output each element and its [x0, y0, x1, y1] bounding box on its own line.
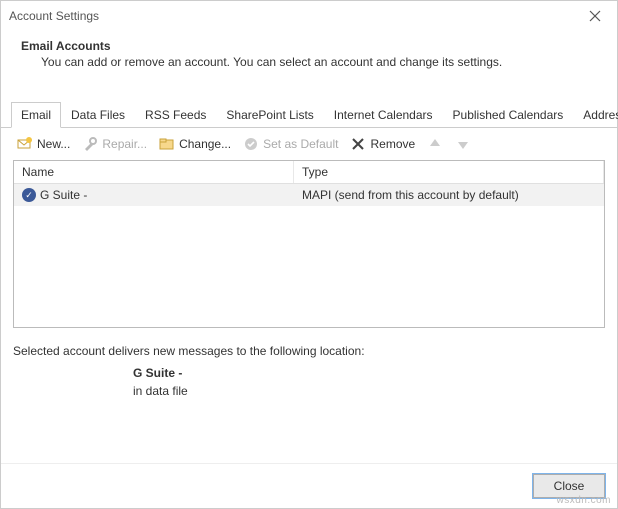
remove-label: Remove: [370, 137, 415, 151]
header-subheading: You can add or remove an account. You ca…: [21, 55, 597, 69]
account-settings-window: Account Settings Email Accounts You can …: [0, 0, 618, 509]
default-account-badge-icon: ✓: [22, 188, 36, 202]
change-button[interactable]: Change...: [155, 134, 235, 154]
footer: Close: [1, 463, 617, 508]
tab-sharepoint-lists[interactable]: SharePoint Lists: [216, 102, 323, 128]
toolbar: New... Repair... Change...: [1, 128, 617, 160]
arrow-down-icon: [455, 136, 471, 152]
row-type-cell: MAPI (send from this account by default): [294, 186, 604, 204]
delivery-intro: Selected account delivers new messages t…: [13, 344, 605, 358]
header: Email Accounts You can add or remove an …: [1, 31, 617, 81]
remove-x-icon: [350, 136, 366, 152]
repair-icon: [82, 136, 98, 152]
tab-published-calendars[interactable]: Published Calendars: [443, 102, 574, 128]
tab-address-books[interactable]: Address Books: [573, 102, 618, 128]
watermark: wsxdn.com: [556, 495, 611, 506]
new-label: New...: [37, 137, 70, 151]
tab-email[interactable]: Email: [11, 102, 61, 128]
row-name-text: G Suite -: [40, 188, 87, 202]
close-icon: [589, 10, 601, 22]
tab-internet-calendars[interactable]: Internet Calendars: [324, 102, 443, 128]
remove-button[interactable]: Remove: [346, 134, 419, 154]
column-type[interactable]: Type: [294, 161, 604, 183]
column-name[interactable]: Name: [14, 161, 294, 183]
row-name-cell: ✓ G Suite -: [14, 186, 294, 204]
delivery-location: in data file: [133, 382, 605, 400]
new-button[interactable]: New...: [13, 134, 74, 154]
move-down-button[interactable]: [451, 134, 475, 154]
table-row[interactable]: ✓ G Suite - MAPI (send from this account…: [14, 184, 604, 206]
change-label: Change...: [179, 137, 231, 151]
delivery-account: G Suite -: [133, 364, 605, 382]
move-up-button[interactable]: [423, 134, 447, 154]
set-default-label: Set as Default: [263, 137, 338, 151]
titlebar: Account Settings: [1, 1, 617, 31]
new-mail-icon: [17, 136, 33, 152]
list-header: Name Type: [14, 161, 604, 184]
header-heading: Email Accounts: [21, 39, 597, 53]
repair-button[interactable]: Repair...: [78, 134, 151, 154]
set-default-button[interactable]: Set as Default: [239, 134, 342, 154]
tab-data-files[interactable]: Data Files: [61, 102, 135, 128]
tab-rss-feeds[interactable]: RSS Feeds: [135, 102, 216, 128]
window-title: Account Settings: [9, 9, 581, 23]
change-folder-icon: [159, 136, 175, 152]
window-close-button[interactable]: [581, 6, 609, 26]
tabstrip: Email Data Files RSS Feeds SharePoint Li…: [1, 101, 617, 128]
delivery-info: Selected account delivers new messages t…: [1, 328, 617, 400]
account-list: Name Type ✓ G Suite - MAPI (send from th…: [13, 160, 605, 328]
check-circle-icon: [243, 136, 259, 152]
repair-label: Repair...: [102, 137, 147, 151]
arrow-up-icon: [427, 136, 443, 152]
